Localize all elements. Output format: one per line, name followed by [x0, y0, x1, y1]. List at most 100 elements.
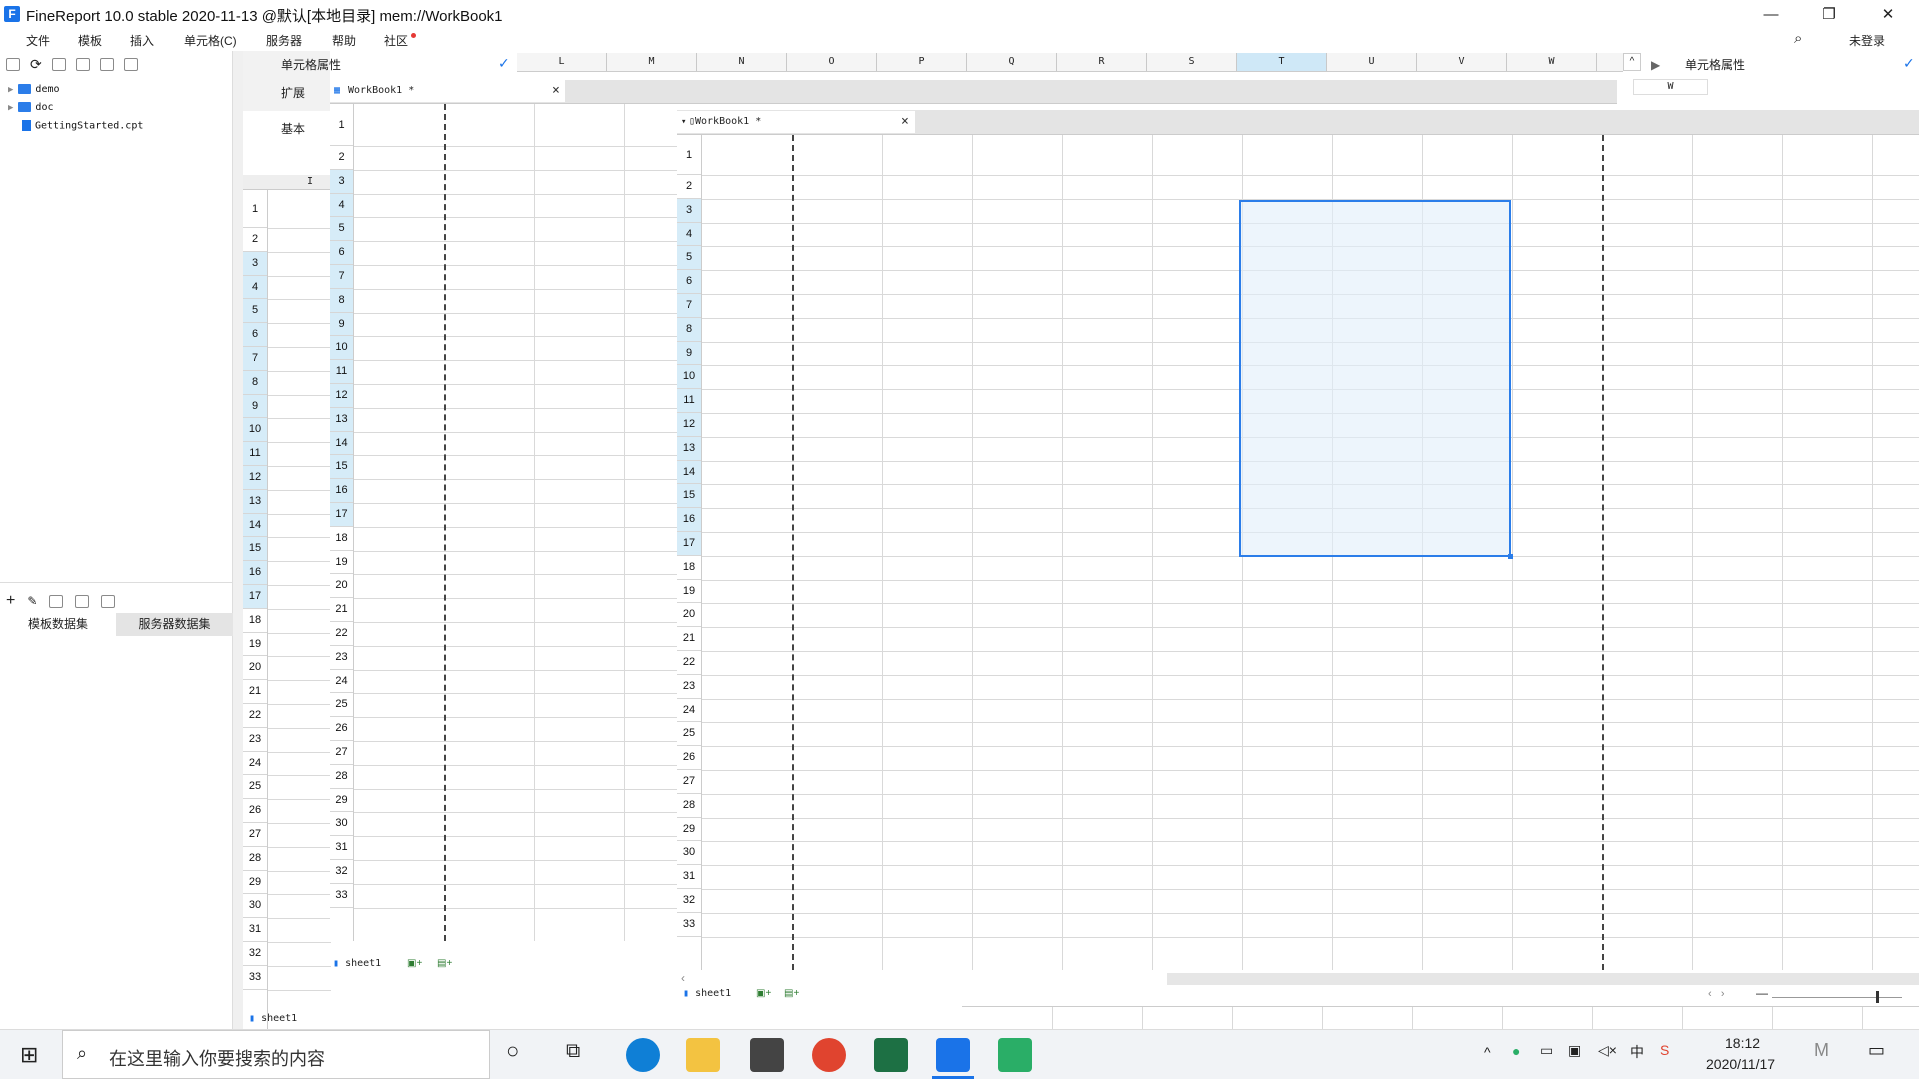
row-header-28[interactable]: 28	[677, 794, 701, 818]
column-header-U[interactable]: U	[1327, 53, 1417, 71]
row-header-25[interactable]: 25	[330, 693, 353, 718]
splitter[interactable]	[0, 582, 233, 588]
row-header-31[interactable]: 31	[677, 865, 701, 889]
column-header-N[interactable]: N	[697, 53, 787, 71]
row-header-29[interactable]: 29	[243, 871, 267, 895]
row-header-20[interactable]: 20	[677, 603, 701, 628]
row-header-28[interactable]: 28	[330, 765, 353, 789]
page-prev-icon[interactable]: ‹ ›	[1708, 988, 1725, 1000]
horizontal-scrollbar[interactable]	[1167, 973, 1919, 985]
row-header-6[interactable]: 6	[330, 241, 353, 265]
row-header-23[interactable]: 23	[243, 728, 267, 752]
volume-muted-icon[interactable]: ◁×	[1598, 1042, 1617, 1059]
sheet-tab-mid[interactable]: ▮ sheet1	[333, 958, 381, 969]
row-header-27[interactable]: 27	[243, 823, 267, 847]
col-header-I[interactable]: I	[307, 176, 313, 187]
row-header-2[interactable]: 2	[330, 146, 353, 170]
row-header-10[interactable]: 10	[330, 336, 353, 361]
row-header-10[interactable]: 10	[243, 418, 267, 443]
column-header-M[interactable]: M	[607, 53, 697, 71]
row-header-31[interactable]: 31	[243, 918, 267, 942]
row-header-26[interactable]: 26	[330, 717, 353, 741]
tray-expand-icon[interactable]: ^	[1484, 1044, 1491, 1060]
row-header-8[interactable]: 8	[330, 288, 353, 313]
row-header-22[interactable]: 22	[243, 704, 267, 728]
panel-collapse-strip[interactable]	[233, 51, 243, 1029]
row-header-3[interactable]: 3	[243, 251, 267, 276]
row-header-20[interactable]: 20	[330, 574, 353, 599]
open-icon[interactable]	[51, 58, 66, 71]
row-header-23[interactable]: 23	[677, 675, 701, 699]
close-button[interactable]: ✕	[1865, 0, 1911, 29]
menu-template[interactable]: 模板	[78, 32, 102, 49]
taskbar-search[interactable]: ⌕ 在这里输入你要搜索的内容	[62, 1030, 490, 1079]
row-header-1[interactable]: 1	[330, 104, 353, 146]
row-header-29[interactable]: 29	[330, 789, 353, 813]
row-header-32[interactable]: 32	[243, 942, 267, 966]
row-header-18[interactable]: 18	[677, 556, 701, 580]
doc-tab-workbook1[interactable]: ▦ WorkBook1 * ×	[330, 80, 565, 102]
row-header-9[interactable]: 9	[243, 394, 267, 419]
row-header-9[interactable]: 9	[677, 341, 701, 366]
battery-icon[interactable]: ▭	[1540, 1042, 1553, 1059]
row-header-11[interactable]: 11	[677, 389, 701, 413]
menu-community[interactable]: 社区	[384, 32, 408, 49]
row-header-13[interactable]: 13	[330, 407, 353, 432]
notification-center-icon[interactable]: ▭	[1868, 1040, 1885, 1061]
menu-insert[interactable]: 插入	[130, 32, 154, 49]
tray-logo-icon[interactable]: M	[1814, 1040, 1829, 1061]
tree-item-gettingstarted[interactable]: GettingStarted.cpt	[22, 120, 143, 132]
row-header-6[interactable]: 6	[677, 270, 701, 294]
row-header-16[interactable]: 16	[677, 508, 701, 532]
row-header-22[interactable]: 22	[677, 651, 701, 675]
row-header-4[interactable]: 4	[330, 193, 353, 218]
add-dataset-icon[interactable]: +	[6, 592, 15, 610]
row-header-25[interactable]: 25	[243, 775, 267, 800]
excel-icon[interactable]	[874, 1038, 908, 1072]
row-header-33[interactable]: 33	[677, 913, 701, 937]
fill-handle[interactable]	[1508, 554, 1513, 559]
column-header-W[interactable]: W	[1507, 53, 1597, 71]
row-header-25[interactable]: 25	[677, 722, 701, 747]
basic-tab-label[interactable]: 基本	[281, 120, 305, 137]
tray-wechat-icon[interactable]: ●	[1512, 1043, 1520, 1059]
row-header-12[interactable]: 12	[677, 413, 701, 437]
row-header-16[interactable]: 16	[330, 479, 353, 503]
file-explorer-icon[interactable]	[686, 1038, 720, 1072]
row-header-7[interactable]: 7	[330, 265, 353, 289]
column-header-Q[interactable]: Q	[967, 53, 1057, 71]
row-header-16[interactable]: 16	[243, 561, 267, 585]
row-header-33[interactable]: 33	[243, 966, 267, 990]
wechat-icon[interactable]	[998, 1038, 1032, 1072]
row-header-5[interactable]: 5	[677, 246, 701, 271]
row-header-12[interactable]: 12	[330, 384, 353, 408]
row-header-4[interactable]: 4	[677, 222, 701, 247]
cortana-icon[interactable]: ○	[506, 1038, 519, 1064]
row-header-30[interactable]: 30	[330, 812, 353, 837]
network-icon[interactable]: ▣	[1568, 1042, 1581, 1059]
sheet-tab-left[interactable]: ▮ sheet1	[249, 1013, 297, 1024]
row-header-3[interactable]: 3	[330, 169, 353, 194]
add-sheet-main-icon[interactable]: ▣+	[756, 988, 771, 999]
row-header-17[interactable]: 17	[243, 585, 267, 609]
row-header-17[interactable]: 17	[677, 532, 701, 556]
row-header-13[interactable]: 13	[677, 436, 701, 461]
row-header-11[interactable]: 11	[243, 442, 267, 466]
tree-item-doc[interactable]: ▶ doc	[8, 102, 53, 113]
cell-selection[interactable]	[1239, 200, 1511, 557]
dataset-info-icon[interactable]	[101, 594, 116, 608]
row-header-32[interactable]: 32	[330, 860, 353, 884]
chrome-icon[interactable]	[812, 1038, 846, 1072]
row-header-4[interactable]: 4	[243, 275, 267, 300]
task-view-icon[interactable]: ⧉	[566, 1040, 580, 1063]
close-tab-main-icon[interactable]: ×	[901, 111, 909, 133]
row-header-14[interactable]: 14	[677, 460, 701, 485]
row-header-8[interactable]: 8	[677, 317, 701, 342]
zoom-thumb[interactable]	[1876, 991, 1879, 1003]
row-header-27[interactable]: 27	[677, 770, 701, 794]
doc-tab-workbook1-main[interactable]: ▾ ▯ WorkBook1 * ×	[677, 111, 915, 133]
tree-item-demo[interactable]: ▶ demo	[8, 84, 60, 95]
row-header-24[interactable]: 24	[243, 752, 267, 776]
right-pin-icon[interactable]: ✓	[1903, 53, 1915, 73]
row-header-12[interactable]: 12	[243, 466, 267, 490]
